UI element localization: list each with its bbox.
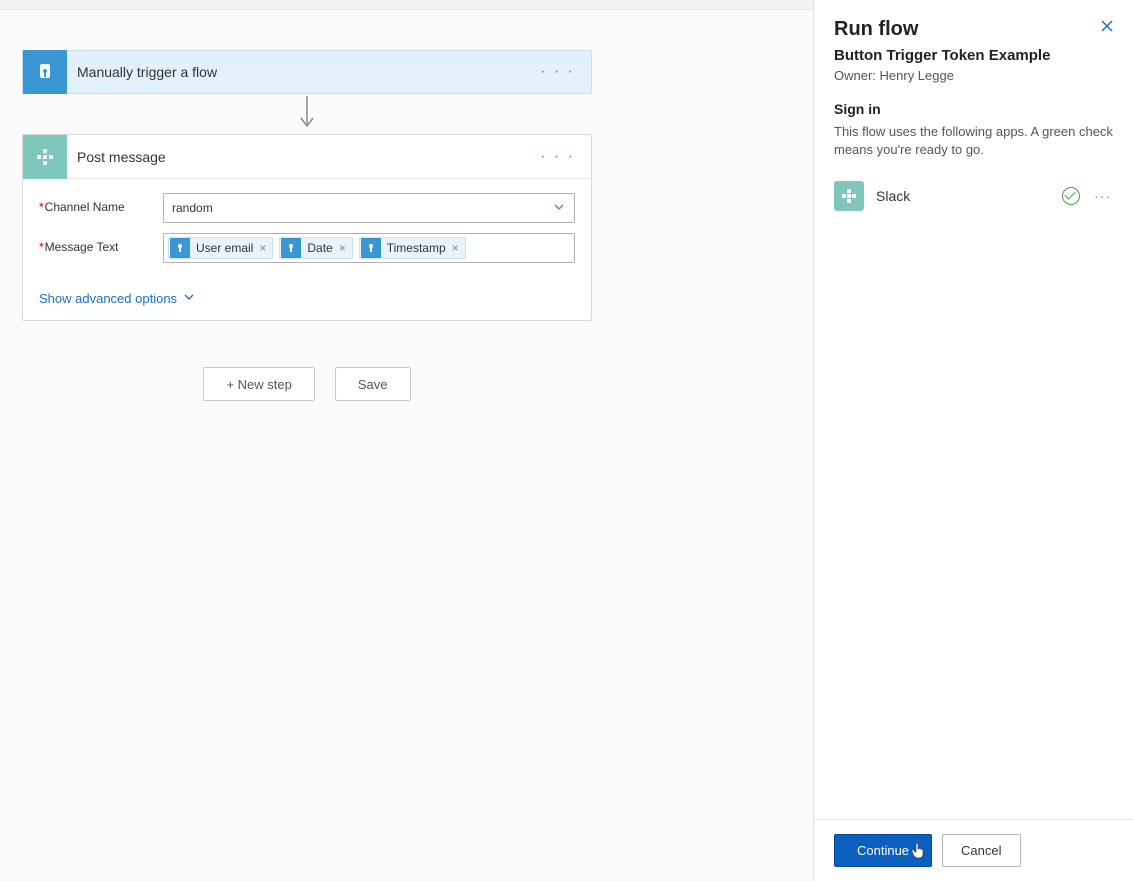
connection-row-slack: Slack ··· (814, 169, 1133, 223)
panel-title: Run flow (834, 18, 1113, 41)
action-card: Post message · · · *Channel Name random … (22, 134, 592, 321)
finger-tap-icon (361, 238, 381, 258)
trigger-title: Manually trigger a flow (67, 64, 217, 80)
message-row: *Message Text User email × Date × (39, 233, 575, 263)
token-remove-icon[interactable]: × (446, 241, 465, 255)
token-date[interactable]: Date × (279, 237, 352, 259)
token-timestamp[interactable]: Timestamp × (359, 237, 466, 259)
run-flow-panel: Run flow Button Trigger Token Example Ow… (813, 0, 1133, 881)
action-body: *Channel Name random *Message Text (23, 179, 591, 281)
slack-icon (834, 181, 864, 211)
token-remove-icon[interactable]: × (333, 241, 352, 255)
panel-flow-name: Button Trigger Token Example (834, 47, 1113, 64)
panel-footer: Continue Cancel (814, 819, 1133, 881)
canvas-buttons: + New step Save (22, 367, 592, 401)
cursor-hand-icon (911, 843, 925, 859)
trigger-more-button[interactable]: · · · (534, 59, 581, 85)
new-step-button[interactable]: + New step (203, 367, 314, 401)
token-user-email[interactable]: User email × (168, 237, 273, 259)
message-label: *Message Text (39, 233, 163, 254)
token-remove-icon[interactable]: × (253, 241, 272, 255)
chevron-down-icon (183, 291, 195, 306)
panel-header: Run flow Button Trigger Token Example Ow… (814, 0, 1133, 91)
arrow-down-icon (298, 96, 316, 132)
finger-tap-icon (281, 238, 301, 258)
cancel-button[interactable]: Cancel (942, 834, 1020, 867)
trigger-card[interactable]: Manually trigger a flow · · · (22, 50, 592, 94)
action-more-button[interactable]: · · · (534, 144, 581, 170)
channel-value: random (172, 201, 213, 215)
close-icon[interactable] (1097, 16, 1117, 36)
panel-owner: Owner: Henry Legge (834, 68, 1113, 83)
action-title: Post message (67, 149, 166, 165)
channel-select[interactable]: random (163, 193, 575, 223)
connector-arrow (22, 94, 592, 134)
channel-label: *Channel Name (39, 193, 163, 214)
channel-row: *Channel Name random (39, 193, 575, 223)
show-advanced-link[interactable]: Show advanced options (23, 281, 591, 320)
trigger-icon (23, 50, 67, 94)
signin-description: This flow uses the following apps. A gre… (834, 123, 1113, 159)
finger-tap-icon (170, 238, 190, 258)
signin-heading: Sign in (834, 101, 1113, 117)
signin-section: Sign in This flow uses the following app… (814, 91, 1133, 169)
chevron-down-icon (552, 200, 566, 217)
connection-name: Slack (876, 188, 1050, 204)
connection-more-button[interactable]: ··· (1092, 186, 1113, 206)
check-ok-icon (1062, 187, 1080, 205)
continue-button[interactable]: Continue (834, 834, 932, 867)
save-button[interactable]: Save (335, 367, 411, 401)
action-header[interactable]: Post message · · · (23, 135, 591, 179)
message-input[interactable]: User email × Date × Timestamp × (163, 233, 575, 263)
slack-icon (23, 135, 67, 179)
